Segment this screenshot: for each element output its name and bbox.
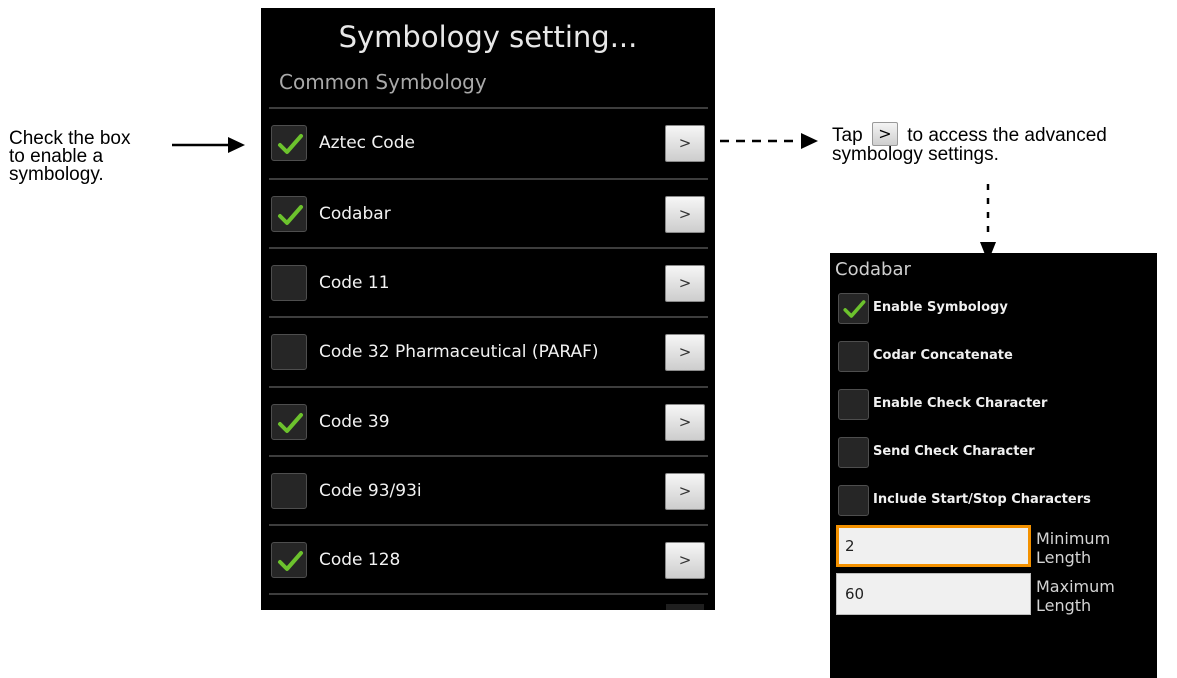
- dashed-arrow-right-icon: [720, 133, 818, 149]
- option-label: Send Check Character: [873, 444, 1035, 459]
- option-label: Enable Symbology: [873, 300, 1008, 315]
- maximum-length-label: Maximum Length: [1036, 577, 1115, 615]
- symbology-checkbox[interactable]: [271, 265, 307, 301]
- symbology-checkbox[interactable]: [271, 125, 307, 161]
- symbology-row-codabar: Codabar >: [269, 180, 708, 249]
- checkmark-icon: [278, 205, 303, 225]
- include-start-stop-checkbox[interactable]: [838, 485, 869, 516]
- enable-check-character-checkbox[interactable]: [838, 389, 869, 420]
- symbology-checkbox[interactable]: [271, 196, 307, 232]
- annotation-check-box-hint: Check the box to enable a symbology.: [9, 129, 179, 185]
- symbology-row-aztec: Aztec Code >: [269, 109, 708, 178]
- checkmark-icon: [278, 551, 303, 571]
- screen-title: Symbology setting...: [338, 20, 638, 54]
- option-label: Enable Check Character: [873, 396, 1048, 411]
- codar-concatenate-checkbox[interactable]: [838, 341, 869, 372]
- symbology-settings-screen: Symbology setting... Common Symbology Az…: [261, 8, 715, 610]
- option-label: Include Start/Stop Characters: [873, 492, 1091, 507]
- minimum-length-label: Minimum Length: [1036, 529, 1110, 567]
- symbology-label: Code 39: [319, 412, 390, 432]
- symbology-row-code128: Code 128 >: [269, 526, 708, 595]
- advanced-settings-button[interactable]: >: [665, 334, 705, 371]
- annotation-text: to access the advanced: [907, 125, 1107, 147]
- checkmark-icon: [843, 300, 866, 318]
- annotation-text: Tap: [832, 125, 863, 147]
- checkmark-icon: [278, 134, 303, 154]
- advanced-settings-button[interactable]: >: [665, 404, 705, 441]
- row-divider: [269, 593, 708, 595]
- annotation-line: symbology.: [9, 164, 104, 185]
- field-label-line: Length: [1036, 596, 1092, 615]
- symbology-label: Aztec Code: [319, 133, 415, 153]
- symbology-row-code11: Code 11 >: [269, 249, 708, 318]
- mini-arrow-key-icon: >: [871, 122, 898, 146]
- symbology-label: Code 93/93i: [319, 481, 422, 501]
- advanced-settings-button[interactable]: >: [665, 125, 705, 162]
- field-label-line: Length: [1036, 548, 1092, 567]
- annotation-text: symbology settings.: [832, 144, 999, 165]
- field-label-line: Minimum: [1036, 529, 1111, 548]
- partial-button-edge: [666, 604, 704, 610]
- panel-title: Codabar: [835, 259, 911, 280]
- symbology-label: Codabar: [319, 204, 391, 224]
- symbology-checkbox[interactable]: [271, 404, 307, 440]
- maximum-length-input[interactable]: 60: [836, 573, 1031, 615]
- minimum-length-input[interactable]: 2: [836, 525, 1031, 567]
- codabar-settings-panel: Codabar Enable Symbology Codar Concatena…: [830, 253, 1157, 678]
- dashed-arrow-down-icon: [980, 184, 996, 262]
- advanced-settings-button[interactable]: >: [665, 473, 705, 510]
- field-label-line: Maximum: [1036, 577, 1115, 596]
- enable-symbology-checkbox[interactable]: [838, 293, 869, 324]
- advanced-settings-button[interactable]: >: [665, 542, 705, 579]
- symbology-checkbox[interactable]: [271, 334, 307, 370]
- option-label: Codar Concatenate: [873, 348, 1013, 363]
- send-check-character-checkbox[interactable]: [838, 437, 869, 468]
- advanced-settings-button[interactable]: >: [665, 265, 705, 302]
- annotation-advanced-hint: Tap > to access the advanced symbology s…: [832, 122, 1177, 165]
- advanced-settings-button[interactable]: >: [665, 196, 705, 233]
- symbology-row-code39: Code 39 >: [269, 388, 708, 457]
- symbology-row-code32: Code 32 Pharmaceutical (PARAF) >: [269, 318, 708, 387]
- section-header: Common Symbology: [279, 70, 487, 94]
- solid-arrow-icon: [172, 137, 245, 153]
- symbology-label: Code 32 Pharmaceutical (PARAF): [319, 342, 599, 362]
- symbology-checkbox[interactable]: [271, 473, 307, 509]
- symbology-label: Code 128: [319, 550, 401, 570]
- symbology-checkbox[interactable]: [271, 542, 307, 578]
- symbology-row-code93: Code 93/93i >: [269, 457, 708, 526]
- symbology-label: Code 11: [319, 273, 390, 293]
- checkmark-icon: [278, 413, 303, 433]
